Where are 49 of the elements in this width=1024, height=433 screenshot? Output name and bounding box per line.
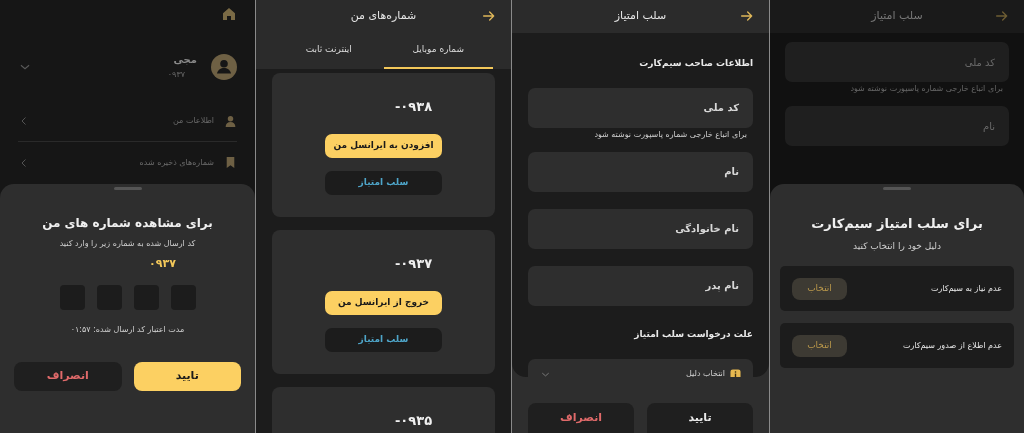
screen-title: شماره‌های من	[350, 8, 417, 25]
input-field[interactable]: نام	[528, 151, 753, 192]
back-arrow-icon[interactable]	[739, 8, 755, 24]
screen-title: سلب امتیاز	[614, 8, 667, 25]
dropdown[interactable]: انتخاب دلیل	[528, 359, 753, 377]
confirm-button[interactable]: تایید	[133, 361, 241, 391]
tab[interactable]: اینترنت ثابت	[274, 33, 384, 69]
option-label: عدم نیاز به سیم‌کارت	[930, 282, 1002, 295]
revoke-button[interactable]: سلب امتیاز	[325, 327, 442, 352]
user-phone: ۰۹۳۷	[167, 69, 185, 81]
input-field[interactable]: نام خانوادگی	[528, 208, 753, 249]
avatar-icon	[211, 53, 237, 80]
revoke-button[interactable]: سلب امتیاز	[325, 170, 442, 195]
sheet-title: برای سلب امتیاز سیم‌کارت	[811, 215, 983, 233]
back-arrow-icon[interactable]	[481, 8, 497, 24]
bookmark-icon	[224, 156, 237, 169]
cancel-button[interactable]: انصراف	[14, 361, 122, 391]
sheet-handle[interactable]	[113, 187, 142, 190]
timer-text: مدت اعتبار کد ارسال شده: ۰۱:۵۷	[70, 323, 185, 336]
phone-number: ۰۹۳۸-	[394, 98, 433, 116]
section-title: اطلاعات صاحب سیم‌کارت	[638, 57, 753, 71]
tab[interactable]: شماره موبایل	[383, 33, 493, 69]
input-field[interactable]: کد ملی	[528, 87, 753, 128]
field-hint: برای اتباع خارجی شماره پاسپورت نوشته شود	[593, 129, 747, 140]
person-icon	[224, 114, 237, 128]
screen-title: سلب امتیاز	[871, 8, 923, 25]
info-icon	[730, 368, 741, 377]
confirm-button[interactable]: تایید	[647, 403, 753, 433]
phone-number: ۰۹۳۷	[149, 256, 176, 272]
input-field[interactable]: نام پدر	[528, 265, 753, 306]
dropdown-placeholder: انتخاب دلیل	[686, 368, 725, 377]
sheet-subtitle: کد ارسال شده به شماره زیر را وارد کنید	[59, 238, 196, 250]
select-button[interactable]: انتخاب	[792, 334, 847, 357]
sheet-subtitle: دلیل خود را انتخاب کنید	[853, 239, 941, 253]
menu-item-label: اطلاعات من	[172, 115, 214, 127]
menu-item-label: شماره‌های ذخیره شده	[139, 156, 214, 169]
section-title: علت درخواست سلب امتیاز	[633, 327, 753, 341]
cancel-button[interactable]: انصراف	[528, 403, 634, 433]
sheet-handle[interactable]	[883, 187, 911, 190]
select-button[interactable]: انتخاب	[792, 277, 847, 300]
home-icon	[221, 6, 237, 22]
option-label: عدم اطلاع از صدور سیم‌کارت	[902, 339, 1002, 352]
sheet-title: برای مشاهده شماره های من	[42, 215, 213, 232]
phone-number: ۰۹۳۵-	[394, 412, 433, 430]
user-name: مجی	[173, 53, 197, 67]
field-hint: برای اتباع خارجی شماره پاسپورت نوشته شود	[849, 84, 1003, 94]
action-button[interactable]: افزودن به ایرانسل من	[325, 133, 442, 158]
action-button[interactable]: خروج از ایرانسل من	[325, 290, 442, 315]
phone-number: ۰۹۳۷-	[394, 255, 433, 273]
